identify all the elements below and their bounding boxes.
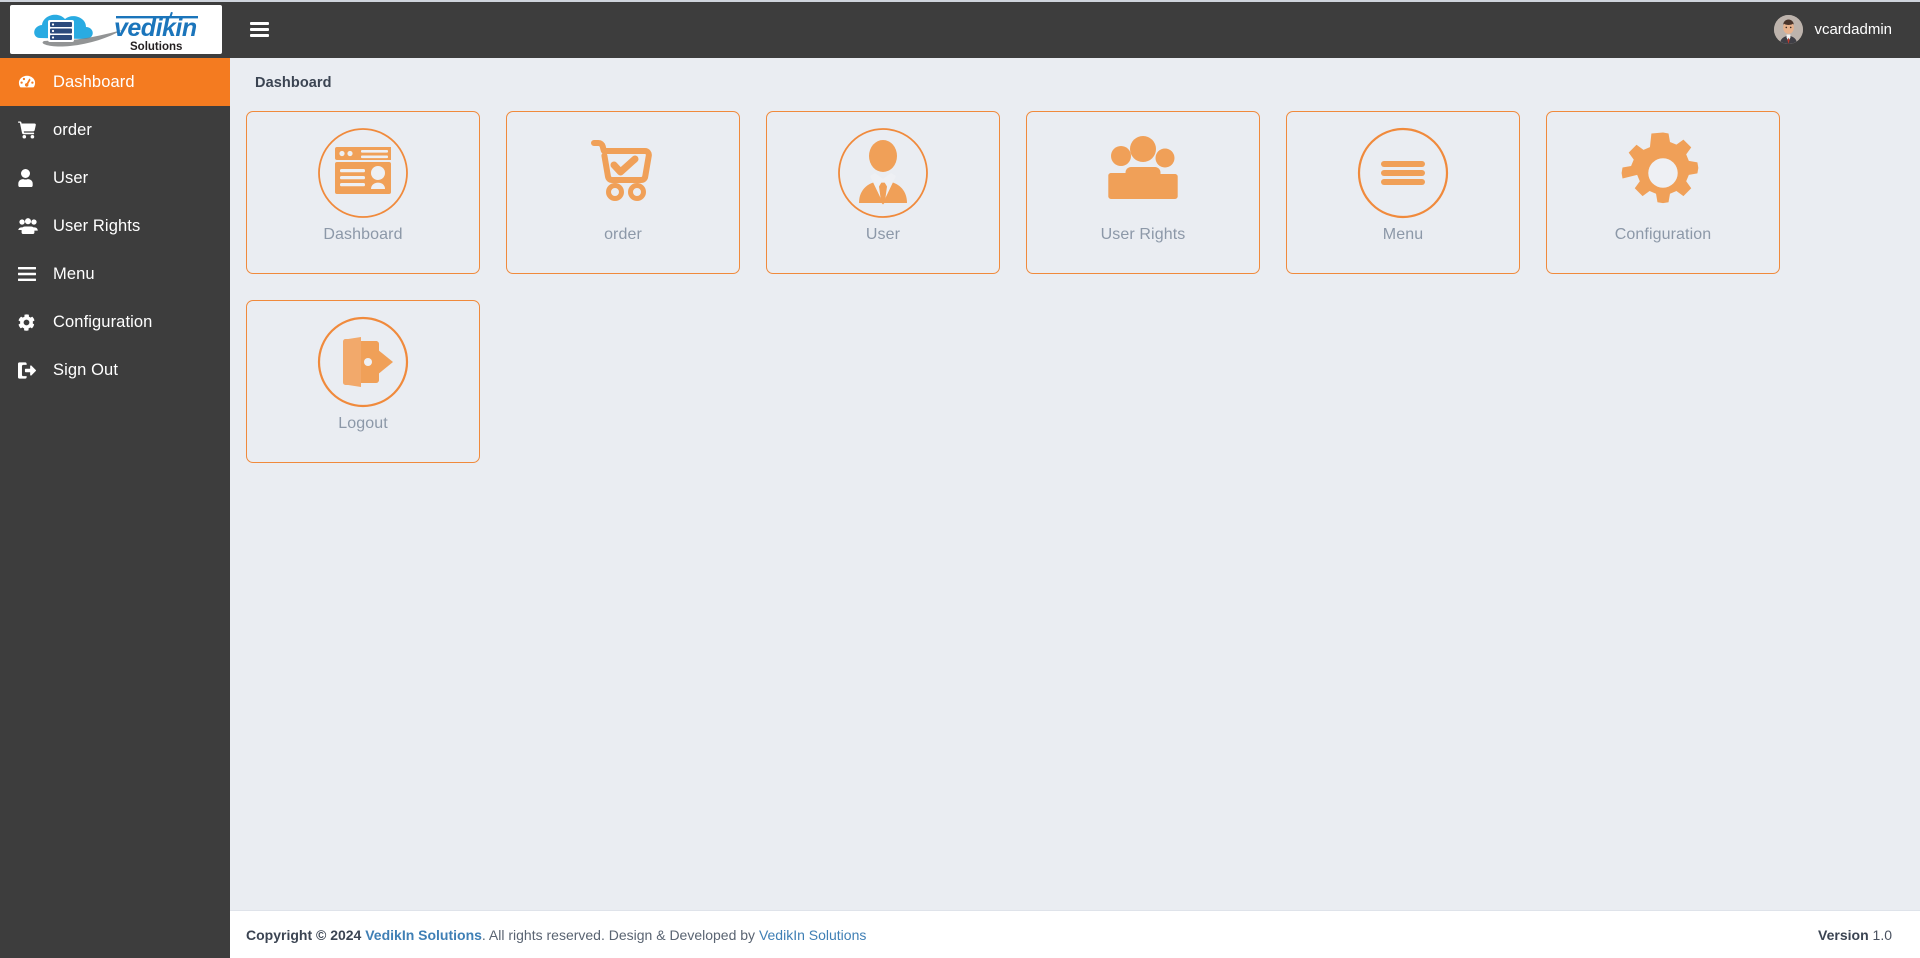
card-configuration[interactable]: Configuration [1546,111,1780,274]
logout-door-circle-icon [317,314,409,409]
sidebar-item-menu[interactable]: Menu [0,250,230,298]
version-number: 1.0 [1868,926,1892,943]
sidebar-item-label: Configuration [53,312,153,331]
dashboard-card-grid: Dashboard order User User Rights Menu Co… [246,111,1892,463]
footer-version: Version 1.0 [1818,927,1892,943]
cart-check-icon [577,125,669,220]
shopping-cart-icon [18,121,44,139]
sidebar-item-label: Dashboard [53,72,135,91]
card-order[interactable]: order [506,111,740,274]
dashboard-gauge-icon [18,73,44,91]
card-menu[interactable]: Menu [1286,111,1520,274]
hamburger-bars-icon [18,267,44,281]
card-label: User [865,226,901,243]
version-label: Version [1818,926,1869,943]
developer-link[interactable]: VedikIn Solutions [759,927,866,943]
card-label: order [604,226,642,243]
sidebar-nav: Dashboard order User User Rights Menu Co… [0,58,230,394]
card-user-rights[interactable]: User Rights [1026,111,1260,274]
sidebar-item-label: User Rights [53,216,141,235]
users-group-icon [1097,125,1189,220]
card-logout[interactable]: Logout [246,300,480,463]
sidebar-item-order[interactable]: order [0,106,230,154]
sidebar-item-user-rights[interactable]: User Rights [0,202,230,250]
gear-icon [18,313,44,331]
company-link[interactable]: VedikIn Solutions [365,927,482,943]
footer-middle-text: . All rights reserved. Design & Develope… [481,926,759,943]
main-column: vcardadmin Dashboard Dashboard order Use… [230,0,1920,958]
sidebar-item-label: User [53,168,89,187]
topbar: vcardadmin [230,0,1920,58]
sidebar-item-dashboard[interactable]: Dashboard [0,58,230,106]
card-label: Configuration [1614,226,1712,243]
hamburger-circle-icon [1357,125,1449,220]
sidebar-item-label: Menu [53,264,95,283]
card-dashboard[interactable]: Dashboard [246,111,480,274]
brand-logo[interactable]: vedikin Solutions [0,0,230,58]
hamburger-menu-icon[interactable] [248,16,274,42]
cloud-server-logo-icon: vedikin Solutions [34,11,198,52]
card-label: Logout [338,415,388,432]
user-menu[interactable]: vcardadmin [1774,14,1892,44]
businessman-circle-icon [837,125,929,220]
app-root: vedikin Solutions Dashboard order User U… [0,0,1920,958]
user-avatar-icon [1774,14,1804,44]
id-card-circle-icon [317,125,409,220]
user-icon [18,169,44,187]
sidebar-item-configuration[interactable]: Configuration [0,298,230,346]
card-label: Dashboard [323,226,403,243]
sign-out-icon [18,361,44,379]
sidebar-item-label: Sign Out [53,360,119,379]
sidebar-item-label: order [53,120,93,139]
page-title: Dashboard [255,75,332,91]
sidebar: vedikin Solutions Dashboard order User U… [0,0,230,958]
copyright-prefix: Copyright © 2024 [246,926,366,943]
card-label: User Rights [1100,226,1186,243]
card-label: Menu [1382,226,1424,243]
username-label: vcardadmin [1814,20,1892,38]
users-group-icon [18,218,44,234]
footer: Copyright © 2024 VedikIn Solutions. All … [230,910,1920,958]
gear-icon [1617,125,1709,220]
content-area: Dashboard Dashboard order User User Righ… [230,58,1920,910]
card-user[interactable]: User [766,111,1000,274]
footer-copyright: Copyright © 2024 VedikIn Solutions. All … [246,927,866,943]
sidebar-item-user[interactable]: User [0,154,230,202]
svg-text:Solutions: Solutions [130,41,182,52]
sidebar-item-sign-out[interactable]: Sign Out [0,346,230,394]
avatar [1774,14,1804,44]
